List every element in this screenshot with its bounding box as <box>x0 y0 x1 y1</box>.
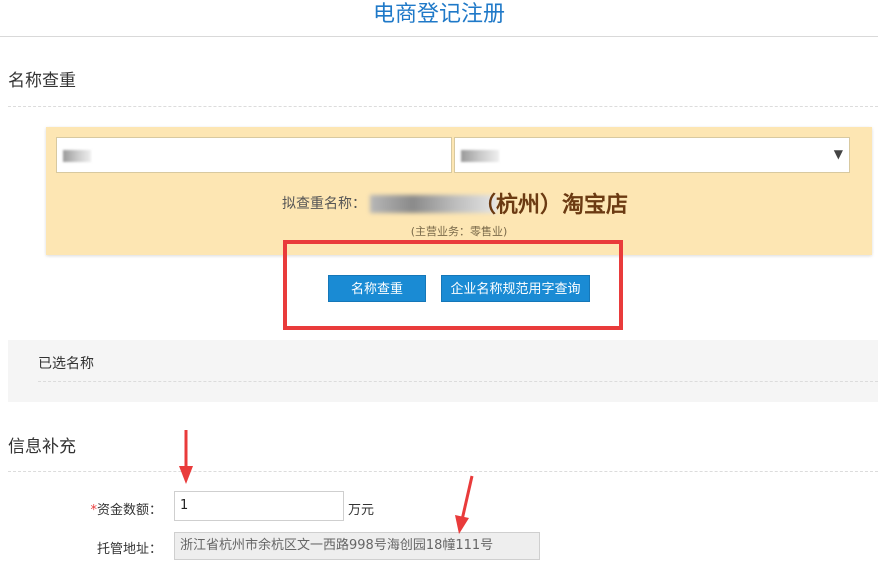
industry-select[interactable]: ▼ <box>454 137 850 173</box>
section-divider <box>38 381 878 382</box>
capital-label-text: 资金数额： <box>96 503 162 518</box>
name-norm-query-button[interactable]: 企业名称规范用字查询 <box>441 275 590 302</box>
custody-address-field: 浙江省杭州市余杭区文一西路998号海创园18幢111号 <box>174 532 540 560</box>
section-divider <box>8 471 878 472</box>
business-note: (主营业务：零售业) <box>410 225 508 238</box>
annotation-arrow-capital <box>179 430 193 484</box>
selected-name-panel: 已选名称 <box>8 340 878 402</box>
info-section-title: 信息补充 <box>8 437 76 457</box>
capital-unit: 万元 <box>348 503 375 518</box>
capital-amount-input[interactable]: 1 <box>174 491 344 521</box>
page-title: 电商登记注册 <box>0 0 878 37</box>
selected-name-title: 已选名称 <box>38 356 94 372</box>
proposed-name-label: 拟查重名称： <box>282 196 366 212</box>
name-keyword-input[interactable] <box>56 137 452 173</box>
address-label: 托管地址： <box>96 542 162 557</box>
chevron-down-icon: ▼ <box>833 147 843 161</box>
capital-label: *资金数额： <box>42 499 162 518</box>
proposed-name-row: 拟查重名称： （杭州）淘宝店 <box>46 189 872 219</box>
proposed-name-value: （杭州）淘宝店 <box>474 193 629 218</box>
redacted-text <box>63 150 91 162</box>
name-check-button[interactable]: 名称查重 <box>328 275 426 302</box>
section-divider <box>8 106 878 107</box>
page: 电商登记注册 名称查重 ▼ 拟查重名称： （杭州）淘宝店 (主营业务：零售业) … <box>0 0 878 562</box>
annotation-arrow-address <box>455 475 474 534</box>
name-query-panel: ▼ 拟查重名称： （杭州）淘宝店 (主营业务：零售业) <box>46 127 872 255</box>
redacted-text <box>461 150 499 162</box>
name-check-section-title: 名称查重 <box>8 71 76 91</box>
